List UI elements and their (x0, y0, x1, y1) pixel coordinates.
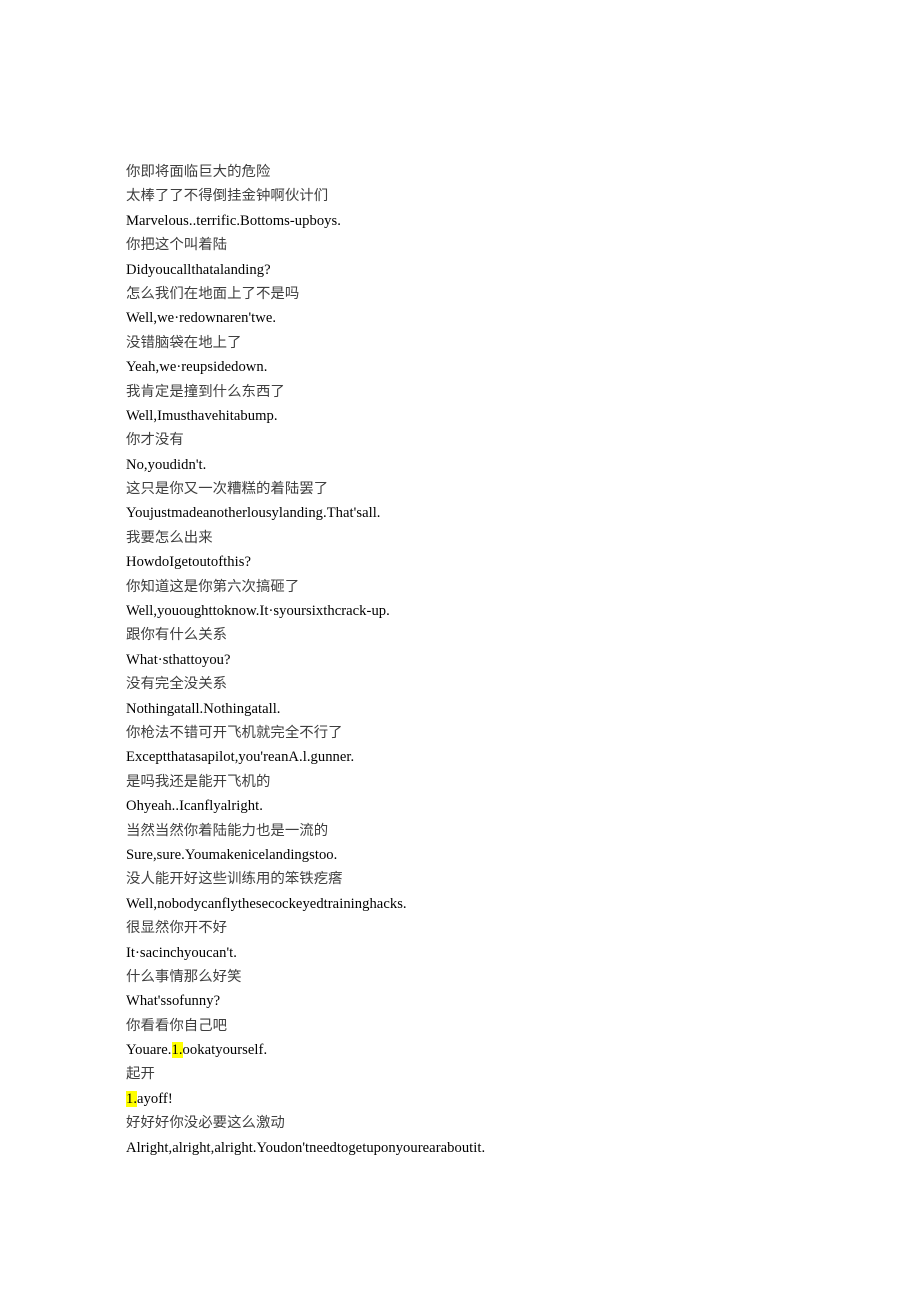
subtitle-line-chinese: 你知道这是你第六次搞砸了 (126, 578, 300, 595)
subtitle-line-english: Well,we·redownaren'twe. (126, 310, 277, 327)
subtitle-line-english: Exceptthatasapilot,you'reanA.l.gunner. (126, 749, 355, 766)
subtitle-line-chinese: 没错脑袋在地上了 (126, 334, 242, 351)
subtitle-line-chinese: 你看看你自己吧 (126, 1017, 228, 1034)
subtitle-line-chinese: 你才没有 (126, 432, 184, 449)
subtitle-line-chinese: 我肯定是撞到什么东西了 (126, 383, 285, 400)
subtitle-line-english: Well,yououghttoknow.It·syoursixthcrack-u… (126, 603, 390, 620)
subtitle-line-chinese: 当然当然你着陆能力也是一流的 (126, 822, 329, 839)
subtitle-line-chinese: 你即将面临巨大的危险 (126, 164, 271, 180)
subtitle-line-english: Yeah,we·reupsidedown. (126, 359, 268, 376)
text-run: ayoff! (137, 1090, 173, 1107)
subtitle-line-english: Sure,sure.Youmakenicelandingstoo. (126, 846, 338, 863)
subtitle-line-english: Youare.1.ookatyourself. (126, 1038, 826, 1062)
subtitle-line-chinese: 是吗我还是能开飞机的 (126, 773, 271, 790)
subtitle-line-english: HowdoIgetoutofthis? (126, 554, 251, 571)
text-run: Youare. (126, 1042, 172, 1059)
transcript-body: 你即将面临巨大的危险太棒了了不得倒挂金钟啊伙计们 Marvelous..terri… (126, 160, 826, 1160)
subtitle-line-english: What·sthattoyou? (126, 651, 231, 668)
highlighted-text: 1. (126, 1090, 138, 1107)
subtitle-line-chinese: 没人能开好这些训练用的笨铁疙瘩 (126, 871, 343, 888)
subtitle-line-english: It·sacinchyoucan't. (126, 944, 237, 961)
subtitle-line-english: 1.ayoff! (126, 1087, 826, 1111)
subtitle-line-chinese: 很显然你开不好 (126, 920, 228, 937)
subtitle-line-chinese: 怎么我们在地面上了不是吗 (126, 285, 300, 302)
subtitle-line-english: Well,nobodycanflythesecockeyedtrainingha… (126, 895, 407, 912)
subtitle-line-english: Ohyeah..Icanflyalright. (126, 798, 263, 815)
subtitle-line-english: Alright,alright,alright.Youdon'tneedtoge… (126, 1139, 486, 1156)
highlighted-text: 1. (171, 1042, 183, 1059)
subtitle-line-chinese: 你把这个叫着陆 (126, 237, 228, 254)
subtitle-line-chinese: 起开 (126, 1066, 155, 1083)
subtitle-line-chinese: 太棒了了不得倒挂金钟啊伙计们 (126, 188, 329, 205)
subtitle-line-chinese: 什么事情那么好笑 (126, 968, 242, 985)
subtitle-line-english: Nothingatall.Nothingatall. (126, 700, 281, 717)
subtitle-line-chinese: 我要怎么出来 (126, 529, 213, 546)
subtitle-line-english: Marvelous..terrific.Bottoms-upboys. (126, 212, 341, 229)
subtitle-line-english: No,youdidn't. (126, 456, 207, 473)
subtitle-line-english: Youjustmadeanotherlousylanding.That'sall… (126, 505, 381, 522)
subtitle-line-english: Didyoucallthatalanding? (126, 261, 271, 278)
text-run: ookatyourself. (182, 1042, 268, 1059)
subtitle-line-chinese: 这只是你又一次糟糕的着陆罢了 (126, 481, 329, 498)
subtitle-line-chinese: 没有完全没关系 (126, 676, 228, 693)
subtitle-line-chinese: 跟你有什么关系 (126, 627, 228, 644)
subtitle-line-chinese: 好好好你没必要这么激动 (126, 1115, 285, 1132)
subtitle-line-english: What'ssofunny? (126, 993, 221, 1010)
subtitle-line-english: Well,Imusthavehitabump. (126, 407, 278, 424)
subtitle-line-chinese: 你枪法不错可开飞机就完全不行了 (126, 724, 343, 741)
